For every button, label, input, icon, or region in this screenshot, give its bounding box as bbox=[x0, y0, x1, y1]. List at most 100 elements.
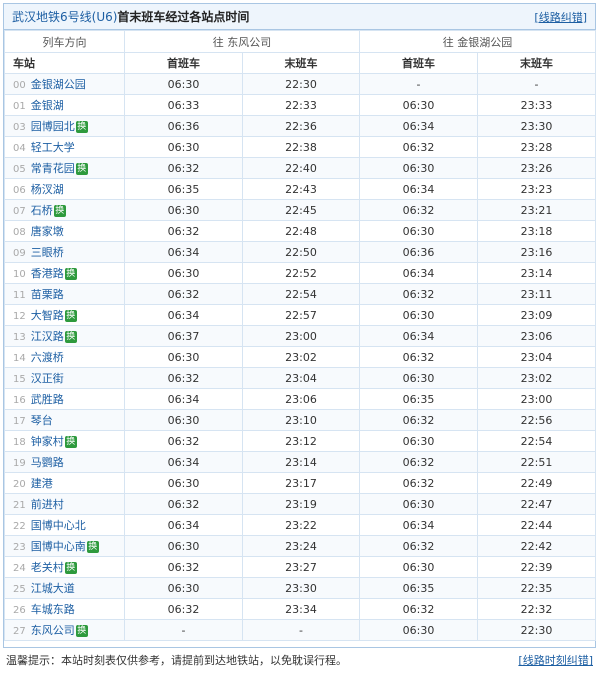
table-row: 04 轻工大学 06:30 22:38 06:32 23:28 bbox=[4, 136, 596, 158]
station-name-link[interactable]: 金银湖公园 bbox=[31, 78, 86, 91]
footer: 温馨提示：本站时刻表仅供参考，请提前到达地铁站，以免耽误行程。 [线路时刻纠错] bbox=[3, 650, 596, 670]
time-cell-d2-last: 23:21 bbox=[477, 199, 596, 221]
table-row: 15 汉正街 06:32 23:04 06:30 23:02 bbox=[4, 367, 596, 389]
time-cell-d1-last: 23:02 bbox=[242, 346, 360, 368]
time-cell-d2-first: 06:32 bbox=[359, 283, 478, 305]
dir1-last-header: 末班车 bbox=[242, 52, 360, 74]
station-name-link[interactable]: 苗栗路 bbox=[31, 288, 64, 301]
time-cell-d2-last: 23:06 bbox=[477, 325, 596, 347]
station-number: 18 bbox=[13, 437, 26, 448]
station-number: 24 bbox=[13, 563, 26, 574]
transfer-icon: 换 bbox=[86, 541, 99, 553]
time-cell-d2-first: 06:32 bbox=[359, 535, 478, 557]
station-name-link[interactable]: 石桥 bbox=[31, 204, 53, 217]
line-correction-link[interactable]: [线路纠错] bbox=[534, 9, 587, 25]
station-name-link[interactable]: 大智路 bbox=[31, 309, 64, 322]
station-cell: 22 国博中心北 bbox=[4, 514, 125, 536]
station-name-link[interactable]: 六渡桥 bbox=[31, 351, 64, 364]
station-number: 27 bbox=[13, 626, 26, 637]
time-cell-d2-last: 22:54 bbox=[477, 430, 596, 452]
time-cell-d1-last: 22:30 bbox=[242, 73, 360, 95]
station-name-link[interactable]: 车城东路 bbox=[31, 603, 75, 616]
station-name-link[interactable]: 轻工大学 bbox=[31, 141, 75, 154]
station-name-link[interactable]: 香港路 bbox=[31, 267, 64, 280]
column-header-row: 车站 首班车 末班车 首班车 末班车 bbox=[4, 52, 596, 74]
station-name-link[interactable]: 杨汊湖 bbox=[31, 183, 64, 196]
time-cell-d2-first: 06:34 bbox=[359, 514, 478, 536]
footer-tip: 温馨提示：本站时刻表仅供参考，请提前到达地铁站，以免耽误行程。 bbox=[6, 654, 347, 667]
time-cell-d2-last: 23:02 bbox=[477, 367, 596, 389]
station-cell: 24 老关村换 bbox=[4, 556, 125, 578]
station-cell: 17 琴台 bbox=[4, 409, 125, 431]
time-cell-d2-first: 06:30 bbox=[359, 367, 478, 389]
station-cell: 20 建港 bbox=[4, 472, 125, 494]
station-name-link[interactable]: 琴台 bbox=[31, 414, 53, 427]
time-cell-d2-last: 23:11 bbox=[477, 283, 596, 305]
station-name-link[interactable]: 老关村 bbox=[31, 561, 64, 574]
station-name-link[interactable]: 三眼桥 bbox=[31, 246, 64, 259]
table-row: 26 车城东路 06:32 23:34 06:32 22:32 bbox=[4, 598, 596, 620]
transfer-icon: 换 bbox=[64, 331, 77, 343]
time-cell-d2-first: 06:30 bbox=[359, 157, 478, 179]
transfer-icon: 换 bbox=[64, 268, 77, 280]
time-cell-d2-first: 06:32 bbox=[359, 409, 478, 431]
table-row: 00 金银湖公园 06:30 22:30- - bbox=[4, 73, 596, 95]
station-name-link[interactable]: 马鹦路 bbox=[31, 456, 64, 469]
station-cell: 01 金银湖 bbox=[4, 94, 125, 116]
station-number: 01 bbox=[13, 101, 26, 112]
time-cell-d2-last: 23:00 bbox=[477, 388, 596, 410]
table-row: 05 常青花园换 06:32 22:40 06:30 23:26 bbox=[4, 157, 596, 179]
time-cell-d1-last: 22:52 bbox=[242, 262, 360, 284]
station-name-link[interactable]: 唐家墩 bbox=[31, 225, 64, 238]
station-name-link[interactable]: 建港 bbox=[31, 477, 53, 490]
station-name-link[interactable]: 汉正街 bbox=[31, 372, 64, 385]
transfer-icon: 换 bbox=[64, 562, 77, 574]
station-number: 22 bbox=[13, 521, 26, 532]
station-name-link[interactable]: 园博园北 bbox=[31, 120, 75, 133]
station-cell: 05 常青花园换 bbox=[4, 157, 125, 179]
time-cell-d1-last: 23:06 bbox=[242, 388, 360, 410]
station-name-link[interactable]: 钟家村 bbox=[31, 435, 64, 448]
time-cell-d1-last: 22:50 bbox=[242, 241, 360, 263]
table-row: 09 三眼桥 06:34 22:50 06:36 23:16 bbox=[4, 241, 596, 263]
time-cell-d1-first: 06:34 bbox=[124, 304, 243, 326]
station-number: 13 bbox=[13, 332, 26, 343]
time-cell-d2-last: 23:23 bbox=[477, 178, 596, 200]
table-row: 03 园博园北换 06:36 22:36 06:34 23:30 bbox=[4, 115, 596, 137]
station-name-link[interactable]: 武胜路 bbox=[31, 393, 64, 406]
station-number: 06 bbox=[13, 185, 26, 196]
line-name: 武汉地铁6号线(U6) bbox=[12, 10, 118, 24]
time-cell-d1-last: 22:38 bbox=[242, 136, 360, 158]
time-cell-d2-first: 06:36 bbox=[359, 241, 478, 263]
station-name-link[interactable]: 江城大道 bbox=[31, 582, 75, 595]
station-number: 20 bbox=[13, 479, 26, 490]
station-number: 15 bbox=[13, 374, 26, 385]
time-cell-d1-first: 06:32 bbox=[124, 220, 243, 242]
report-correction-link[interactable]: [线路时刻纠错] bbox=[518, 652, 593, 668]
station-number: 04 bbox=[13, 143, 26, 154]
station-name-link[interactable]: 金银湖 bbox=[31, 99, 64, 112]
time-cell-d2-last: 23:30 bbox=[477, 115, 596, 137]
station-name-link[interactable]: 常青花园 bbox=[31, 162, 75, 175]
table-row: 13 江汉路换 06:37 23:00 06:34 23:06 bbox=[4, 325, 596, 347]
transfer-icon: 换 bbox=[75, 163, 88, 175]
time-cell-d1-last: 22:48 bbox=[242, 220, 360, 242]
time-cell-d2-last: 23:14 bbox=[477, 262, 596, 284]
table-row: 16 武胜路 06:34 23:06 06:35 23:00 bbox=[4, 388, 596, 410]
station-name-link[interactable]: 江汉路 bbox=[31, 330, 64, 343]
time-cell-d2-last: 22:49 bbox=[477, 472, 596, 494]
station-cell: 04 轻工大学 bbox=[4, 136, 125, 158]
station-cell: 16 武胜路 bbox=[4, 388, 125, 410]
transfer-icon: 换 bbox=[75, 121, 88, 133]
direction-header-row: 列车方向 往 东风公司 往 金银湖公园 bbox=[4, 30, 596, 53]
time-cell-d2-first: 06:32 bbox=[359, 346, 478, 368]
station-name-link[interactable]: 前进村 bbox=[31, 498, 64, 511]
station-name-link[interactable]: 国博中心北 bbox=[31, 519, 86, 532]
station-name-link[interactable]: 东风公司 bbox=[31, 624, 75, 637]
station-cell: 10 香港路换 bbox=[4, 262, 125, 284]
station-name-link[interactable]: 国博中心南 bbox=[31, 540, 86, 553]
time-cell-d2-first: 06:32 bbox=[359, 199, 478, 221]
time-cell-d2-first: - bbox=[359, 73, 478, 95]
station-cell: 21 前进村 bbox=[4, 493, 125, 515]
time-cell-d1-first: 06:34 bbox=[124, 241, 243, 263]
